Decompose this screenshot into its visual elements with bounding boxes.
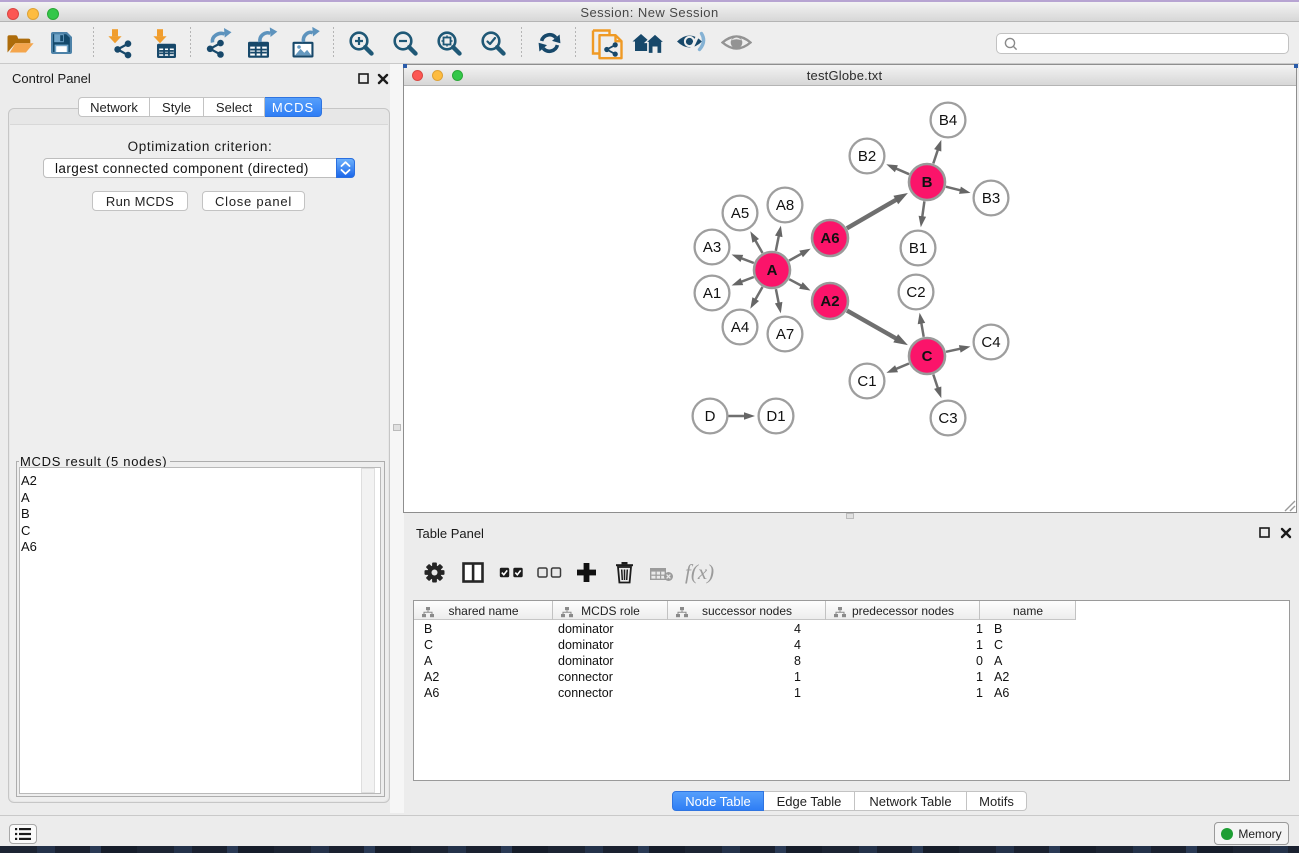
svg-text:C4: C4 [981, 334, 1000, 351]
svg-text:A8: A8 [776, 197, 794, 214]
svg-text:A5: A5 [731, 205, 749, 222]
svg-text:C1: C1 [857, 373, 876, 390]
svg-text:A1: A1 [703, 285, 721, 302]
svg-text:B4: B4 [939, 112, 957, 129]
svg-text:A2: A2 [820, 293, 839, 310]
svg-text:A7: A7 [776, 326, 794, 343]
svg-text:C: C [922, 348, 933, 365]
svg-text:B3: B3 [982, 190, 1000, 207]
svg-text:B: B [922, 174, 933, 191]
svg-text:D: D [705, 408, 716, 425]
svg-text:C3: C3 [938, 410, 957, 427]
svg-text:A4: A4 [731, 319, 749, 336]
svg-text:A3: A3 [703, 239, 721, 256]
svg-text:D1: D1 [766, 408, 785, 425]
svg-text:A: A [767, 262, 778, 279]
svg-text:A6: A6 [820, 230, 839, 247]
svg-text:B2: B2 [858, 148, 876, 165]
svg-text:C2: C2 [906, 284, 925, 301]
svg-text:B1: B1 [909, 240, 927, 257]
